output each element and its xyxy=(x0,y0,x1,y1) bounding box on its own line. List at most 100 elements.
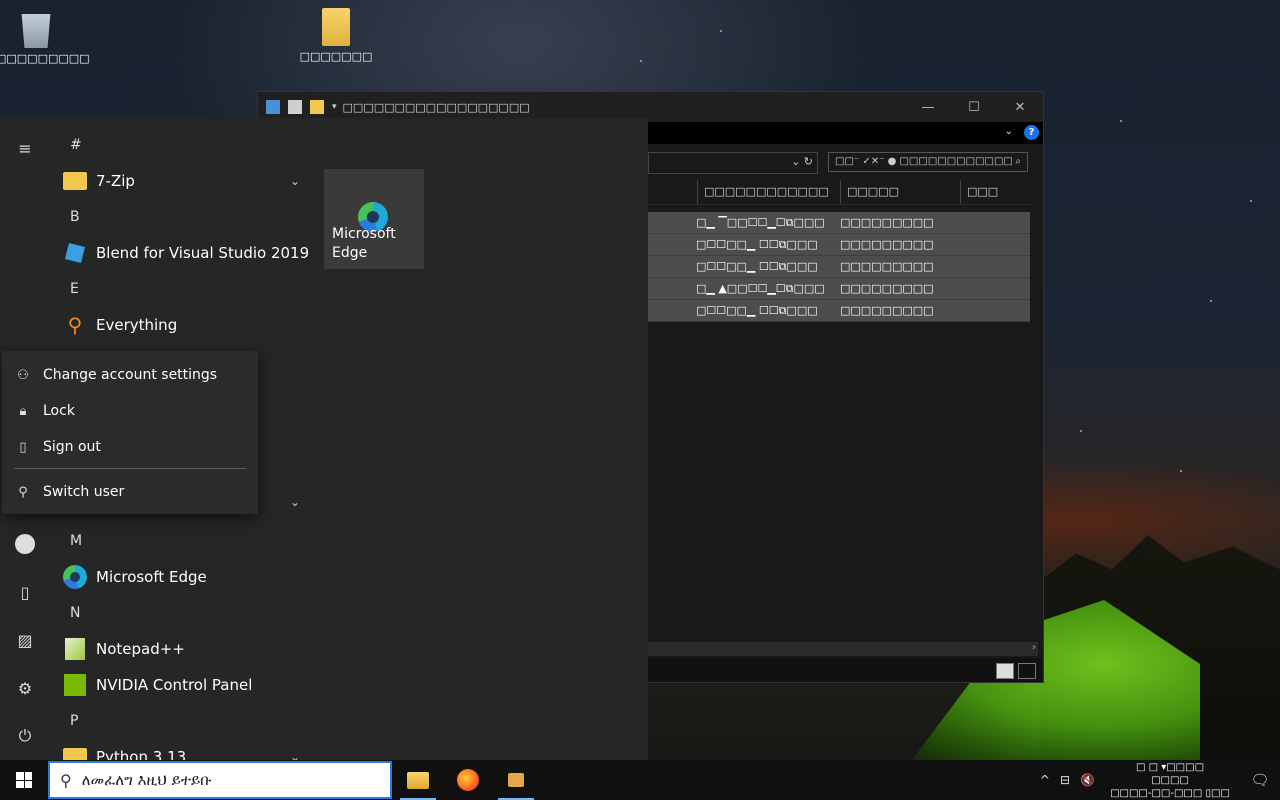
menu-item-label: Switch user xyxy=(43,484,125,500)
menu-divider xyxy=(14,468,246,469)
volume-muted-icon[interactable]: 🔇 xyxy=(1080,773,1095,787)
table-row[interactable]: □☐☐□□▁ ☐☐⧉□□□ □□□□□□□□□ xyxy=(648,256,1030,278)
chevron-down-icon: ⌄ xyxy=(289,495,300,509)
app-microsoft-edge[interactable]: Microsoft Edge xyxy=(50,559,310,595)
search-placeholder: ለመፈለግ እዚህ ይተይቡ xyxy=(81,771,212,789)
unlock-icon xyxy=(508,773,524,787)
cell-date: □▁ ▔□□☐☐▁☐⧉□□□ xyxy=(696,215,825,229)
search-input[interactable]: □□⁻ ✓✕⁻ ● □□□□□□□□□□□□ ⌕ xyxy=(828,152,1028,172)
lock-item[interactable]: 🔒︎ Lock xyxy=(2,393,258,429)
show-hidden-icons-chevron-icon[interactable]: ^ xyxy=(1040,773,1050,787)
pictures-icon[interactable]: ▨ xyxy=(13,628,37,652)
app-everything[interactable]: ⚲ Everything xyxy=(50,307,310,343)
cell-type: □□□□□□□□□ xyxy=(840,282,934,295)
change-account-settings-item[interactable]: ⚇ Change account settings xyxy=(2,357,258,393)
taskbar-firefox[interactable] xyxy=(448,760,488,800)
column-type[interactable]: □□□□□ xyxy=(840,180,960,204)
details-view-button[interactable] xyxy=(996,663,1014,679)
taskbar-lock-app[interactable] xyxy=(496,760,536,800)
account-flyout: ⚇ Change account settings 🔒︎ Lock ▯ Sign… xyxy=(2,351,258,514)
search-icon: ⌕ xyxy=(1015,156,1021,167)
address-bar-controls[interactable]: ⌄ ↻ xyxy=(791,155,813,168)
table-row[interactable]: □▁ ▲□□☐☐▁☐⧉□□□ □□□□□□□□□ xyxy=(648,278,1030,300)
folder-desktop-icon[interactable]: □□□□□□□ xyxy=(296,8,376,63)
app-label: Python 3.13 xyxy=(96,748,187,760)
letter-header-hash[interactable]: # xyxy=(70,137,82,153)
new-folder-icon[interactable] xyxy=(310,100,324,114)
recycle-bin-desktop-icon[interactable]: □□□□□□□□□ xyxy=(0,8,90,65)
maximize-button[interactable]: ☐ xyxy=(951,92,997,122)
clock-day: □□□□ xyxy=(1151,774,1189,786)
properties-icon[interactable] xyxy=(288,100,302,114)
table-row[interactable]: □☐☐□□▁ ☐☐⧉□□□ □□□□□□□□□ xyxy=(648,234,1030,256)
desktop-icon-label: □□□□□□□ xyxy=(299,50,373,63)
lock-icon: 🔒︎ xyxy=(19,403,27,419)
letter-header-n[interactable]: N xyxy=(70,605,80,621)
app-label: Blend for Visual Studio 2019 xyxy=(96,244,310,262)
app-notepad-plus-plus[interactable]: Notepad++ xyxy=(50,631,310,667)
letter-header-e[interactable]: E xyxy=(70,281,79,297)
switch-user-item[interactable]: ⚲ Switch user xyxy=(2,474,258,510)
folder-icon xyxy=(63,169,87,193)
recycle-bin-icon xyxy=(21,14,51,48)
column-size[interactable]: □□□ xyxy=(960,180,1033,204)
status-bar xyxy=(648,658,1042,682)
table-row[interactable]: □▁ ▔□□☐☐▁☐⧉□□□ □□□□□□□□□ xyxy=(648,212,1030,234)
app-label: Notepad++ xyxy=(96,640,185,658)
horizontal-scrollbar[interactable]: › xyxy=(648,642,1038,656)
file-explorer-icon xyxy=(407,771,429,789)
user-avatar-icon[interactable] xyxy=(13,532,37,556)
app-7zip[interactable]: 7-Zip ⌄ xyxy=(50,163,310,199)
minimize-button[interactable]: — xyxy=(905,92,951,122)
clock-date: □□□□-□□-□□□ ▯□□ xyxy=(1110,787,1230,799)
letter-header-p[interactable]: P xyxy=(70,713,78,729)
app-nvidia-control-panel[interactable]: NVIDIA Control Panel xyxy=(50,667,310,703)
chevron-down-icon: ⌄ xyxy=(289,750,300,760)
menu-item-label: Lock xyxy=(43,403,75,419)
taskbar-search-input[interactable]: ⚲ ለመፈለግ እዚህ ይተይቡ xyxy=(48,761,392,799)
network-icon[interactable]: ⊟ xyxy=(1060,773,1070,787)
menu-item-label: Sign out xyxy=(43,439,101,455)
large-icons-view-button[interactable] xyxy=(1018,663,1036,679)
user-settings-icon: ⚇ xyxy=(17,367,29,383)
letter-header-m[interactable]: M xyxy=(70,533,82,549)
hamburger-icon[interactable]: ≡ xyxy=(13,136,37,160)
taskbar: ⚲ ለመፈለግ እዚህ ይተይቡ ^ ⊟ 🔇 □ □ ▾□□□□ □□□□ □□… xyxy=(0,760,1280,800)
scroll-right-icon[interactable]: › xyxy=(1032,642,1036,653)
close-button[interactable]: ✕ xyxy=(997,92,1043,122)
start-button[interactable] xyxy=(0,760,48,800)
letter-header-b[interactable]: B xyxy=(70,209,80,225)
folder-icon xyxy=(63,745,87,760)
notepad-plus-plus-icon xyxy=(63,637,87,661)
app-python[interactable]: Python 3.13 ⌄ xyxy=(50,739,310,760)
column-header: □□□□□□□□□□□□ □□□□□ □□□ xyxy=(648,180,1033,205)
tile-microsoft-edge[interactable]: Microsoft Edge xyxy=(324,169,424,269)
app-label: Everything xyxy=(96,316,178,334)
blend-icon xyxy=(63,241,87,265)
documents-icon[interactable]: ▯ xyxy=(13,580,37,604)
menu-item-label: Change account settings xyxy=(43,367,218,383)
app-label: NVIDIA Control Panel xyxy=(96,676,253,694)
firefox-icon xyxy=(457,769,479,791)
table-row[interactable]: □☐☐□□▁ ☐☐⧉□□□ □□□□□□□□□ xyxy=(648,300,1030,322)
search-placeholder: □□⁻ ✓✕⁻ ● □□□□□□□□□□□□ xyxy=(835,156,1013,167)
edge-icon xyxy=(63,565,87,589)
cell-type: □□□□□□□□□ xyxy=(840,216,934,229)
notifications-icon[interactable]: 🗨 xyxy=(1240,771,1280,789)
address-bar[interactable]: ⌄ ↻ xyxy=(648,152,818,174)
help-icon[interactable]: ? xyxy=(1024,125,1039,140)
cell-type: □□□□□□□□□ xyxy=(840,238,934,251)
app-blend[interactable]: Blend for Visual Studio 2019 xyxy=(50,235,310,271)
settings-gear-icon[interactable]: ⚙ xyxy=(13,676,37,700)
clock[interactable]: □ □ ▾□□□□ □□□□ □□□□-□□-□□□ ▯□□ xyxy=(1100,761,1240,800)
power-icon[interactable]: ⏻ xyxy=(13,724,37,748)
sign-out-icon: ▯ xyxy=(19,439,27,455)
ribbon-expand-chevron-icon[interactable]: ⌄ xyxy=(1005,126,1013,137)
sign-out-item[interactable]: ▯ Sign out xyxy=(2,429,258,465)
app-label: Microsoft Edge xyxy=(96,568,207,586)
taskbar-file-explorer[interactable] xyxy=(398,760,438,800)
column-date-modified[interactable]: □□□□□□□□□□□□ xyxy=(697,180,840,204)
tile-label: Microsoft Edge xyxy=(332,226,396,261)
explorer-title: □□□□□□□□□□□□□□□□□□ xyxy=(342,100,530,114)
qat-dropdown-icon[interactable]: ▾ xyxy=(332,102,337,112)
